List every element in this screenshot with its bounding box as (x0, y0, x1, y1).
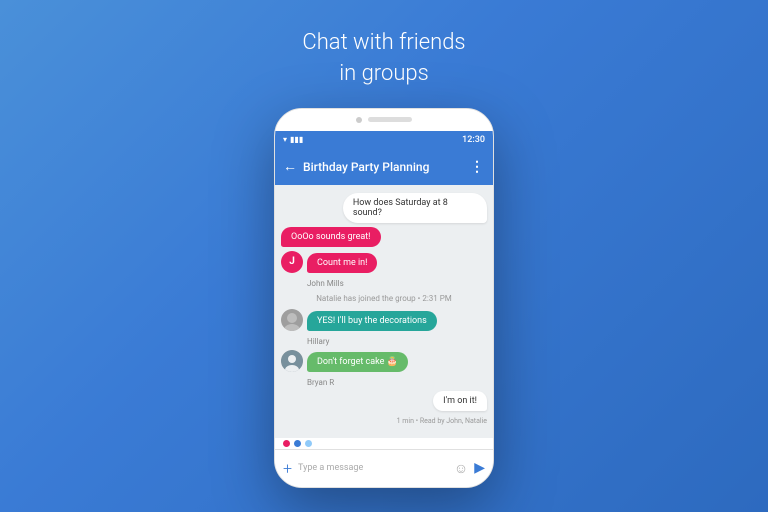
dot-3 (305, 440, 312, 447)
sender-name-john: John Mills (307, 279, 487, 288)
dots-indicator (275, 438, 493, 449)
bubble-cake: Don't forget cake 🎂 (307, 352, 408, 372)
headline-line1: Chat with friends (302, 30, 465, 55)
phone-shell: ▾ ▮▮▮ 12:30 ← Birthday Party Planning ⋮ … (274, 108, 494, 488)
sender-name-hillary: Hillary (307, 337, 487, 346)
emoji-button[interactable]: ☺ (454, 460, 468, 477)
phone-camera (356, 117, 362, 123)
status-icons: ▾ ▮▮▮ (283, 135, 303, 144)
bubble-saturday: How does Saturday at 8 sound? (343, 193, 487, 223)
send-button[interactable]: ▶ (474, 460, 485, 476)
phone-top-bar (275, 109, 493, 131)
system-message-natalie: Natalie has joined the group • 2:31 PM (281, 292, 487, 305)
status-time: 12:30 (462, 135, 485, 145)
dot-2 (294, 440, 301, 447)
bubble-im-on-it: I'm on it! (433, 391, 487, 411)
phone-mockup: ▾ ▮▮▮ 12:30 ← Birthday Party Planning ⋮ … (274, 108, 494, 488)
message-count-me-in: J Count me in! (281, 251, 487, 273)
avatar-bryan (281, 350, 303, 372)
bubble-decorations: YES! I'll buy the decorations (307, 311, 437, 331)
phone-speaker (368, 117, 412, 122)
chat-input-bar: + Type a message ☺ ▶ (275, 449, 493, 487)
sender-name-bryan: Bryan R (307, 378, 487, 387)
message-group-pink: OoOo sounds great! (281, 227, 487, 247)
signal-bars-icon: ▮▮▮ (290, 135, 303, 144)
message-meta-read: 1 min • Read by John, Natalie (281, 417, 487, 425)
chat-body: How does Saturday at 8 sound? OoOo sound… (275, 185, 493, 438)
message-decorations: YES! I'll buy the decorations (281, 309, 487, 331)
message-bubble-right-1: How does Saturday at 8 sound? (281, 193, 487, 223)
dot-1 (283, 440, 290, 447)
headline: Chat with friends in groups (302, 28, 465, 90)
bubble-oooo: OoOo sounds great! (281, 227, 381, 247)
add-button[interactable]: + (283, 459, 292, 478)
chat-title: Birthday Party Planning (303, 160, 464, 174)
message-cake: Don't forget cake 🎂 (281, 350, 487, 372)
chat-header: ← Birthday Party Planning ⋮ (275, 149, 493, 185)
more-options-icon[interactable]: ⋮ (470, 159, 485, 175)
message-im-on-it: I'm on it! (281, 391, 487, 411)
avatar-john: J (281, 251, 303, 273)
wifi-icon: ▾ (283, 135, 287, 144)
headline-line2: in groups (339, 61, 429, 86)
back-button[interactable]: ← (283, 158, 297, 175)
message-input-placeholder[interactable]: Type a message (298, 463, 448, 473)
status-bar: ▾ ▮▮▮ 12:30 (275, 131, 493, 149)
avatar-hillary (281, 309, 303, 331)
bubble-count-me-in: Count me in! (307, 253, 377, 273)
